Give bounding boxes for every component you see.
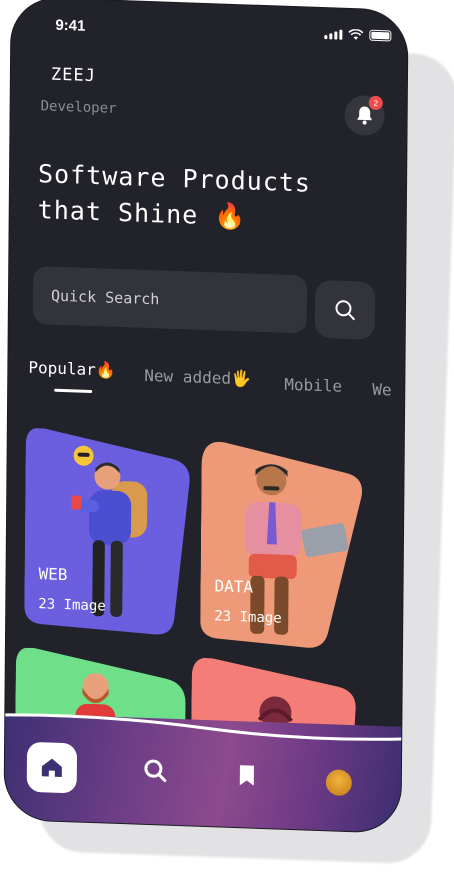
avatar: [325, 769, 352, 797]
signal-icon: [324, 29, 343, 40]
phone-screen: 9:41 ZEEJ Developer 2 Software Products …: [4, 0, 408, 833]
status-bar: 9:41: [51, 16, 392, 53]
card-title: WEB: [38, 564, 68, 585]
nav-home[interactable]: [26, 741, 78, 794]
category-tabs: Popular🔥 New added🖐 Mobile We: [28, 356, 398, 409]
category-card-web[interactable]: WEB 23 Image: [24, 427, 194, 638]
bottom-nav: [4, 712, 404, 833]
battery-icon: [369, 29, 392, 42]
page-title: Software Products that Shine 🔥: [37, 159, 312, 232]
tab-popular[interactable]: Popular🔥: [28, 358, 116, 380]
search-icon: [144, 759, 167, 783]
nav-bookmarks[interactable]: [223, 751, 271, 801]
card-count: 23 Image: [214, 608, 282, 627]
status-icons: [324, 28, 392, 42]
brand-name: ZEEJ: [50, 64, 96, 87]
category-card-data[interactable]: DATA 23 Image: [200, 440, 366, 652]
card-title: DATA: [214, 576, 254, 597]
nav-profile[interactable]: [315, 758, 363, 808]
home-icon: [41, 758, 62, 777]
wifi-icon: [348, 28, 364, 40]
notification-badge: 2: [368, 95, 383, 111]
tab-new-added[interactable]: New added🖐: [144, 366, 251, 389]
nav-search[interactable]: [131, 745, 179, 795]
user-role: Developer: [40, 98, 117, 117]
search-input[interactable]: [48, 282, 294, 318]
search-box: [32, 265, 308, 334]
tab-mobile[interactable]: Mobile: [284, 375, 342, 396]
search-icon: [335, 300, 355, 321]
bookmark-icon: [239, 765, 254, 786]
card-count: 23 Image: [38, 596, 106, 615]
search-button[interactable]: [314, 279, 376, 340]
status-time: 9:41: [55, 16, 86, 35]
tab-web[interactable]: We: [372, 380, 391, 400]
